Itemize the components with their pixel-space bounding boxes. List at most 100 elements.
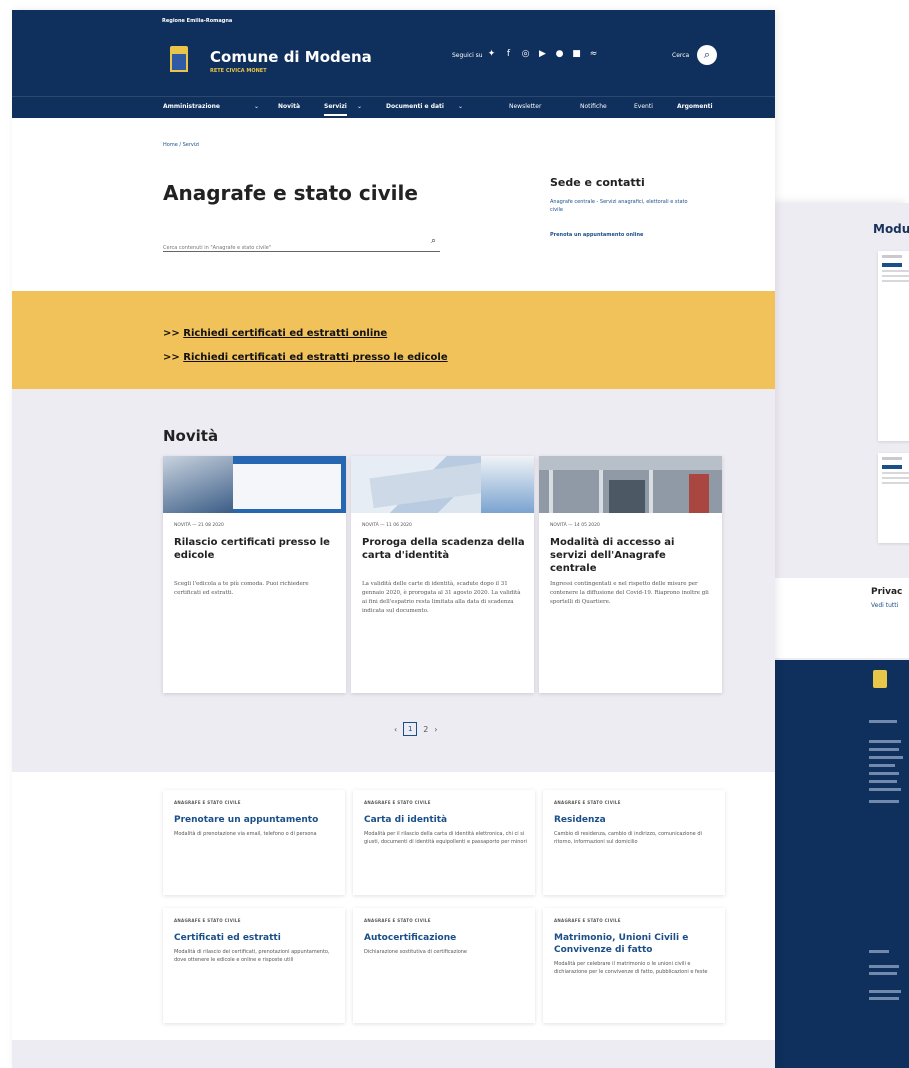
page-link[interactable]: 2 — [423, 725, 428, 734]
main-page: Regione Emilia-Romagna Comune di Modena … — [12, 10, 775, 1068]
search-icon[interactable]: ⌕ — [431, 236, 436, 246]
contacts-title: Sede e contatti — [550, 176, 645, 189]
news-card-title[interactable]: Modalità di accesso ai servizi dell'Anag… — [550, 536, 714, 575]
service-category: ANAGRAFE E STATO CIVILE — [174, 918, 241, 923]
twitter-icon[interactable]: ✦ — [487, 49, 496, 59]
service-text: Modalità per il rilascio della carta di … — [364, 831, 527, 845]
service-text: Cambio di residenza, cambio di indirizzo… — [554, 831, 702, 845]
telegram-icon[interactable]: ● — [555, 49, 564, 59]
back-section-title: Modu — [873, 222, 909, 236]
service-category: ANAGRAFE E STATO CIVILE — [364, 918, 431, 923]
service-category: ANAGRAFE E STATO CIVILE — [554, 918, 621, 923]
news-section: Novità NOVITÀ — 21 08 2020 Rilascio cert… — [12, 389, 775, 772]
banner-link-label[interactable]: Richiedi certificati ed estratti online — [183, 328, 387, 339]
section-search-input[interactable] — [163, 240, 403, 256]
service-text: Modalità di prenotazione via email, tele… — [174, 831, 317, 837]
news-card-title[interactable]: Rilascio certificati presso le edicole — [174, 536, 338, 562]
instagram-icon[interactable]: ◎ — [521, 49, 530, 59]
breadcrumb[interactable]: Home / Servizi — [163, 142, 199, 148]
nav-item-argomenti[interactable]: Argomenti — [677, 103, 713, 110]
back-card — [878, 251, 909, 441]
service-title[interactable]: Matrimonio, Unioni Civili e Convivenze d… — [554, 932, 719, 956]
section-search: ⌕ — [163, 234, 440, 256]
back-privacy-title: Privac — [871, 587, 903, 597]
search-button[interactable]: ⌕ — [697, 45, 717, 65]
news-card[interactable]: NOVITÀ — 11 06 2020 Proroga della scaden… — [351, 456, 534, 693]
news-card-title[interactable]: Proroga della scadenza della carta d'ide… — [362, 536, 526, 562]
site-header: Comune di Modena RETE CIVICA MONET Segui… — [12, 36, 775, 96]
service-title[interactable]: Prenotare un appuntamento — [174, 814, 339, 826]
news-card-text: Scegli l'edicola a te più comoda. Puoi r… — [174, 581, 309, 596]
service-card[interactable]: ANAGRAFE E STATO CIVILE Matrimonio, Unio… — [543, 908, 725, 1023]
service-text: Dichiarazione sostitutiva di certificazi… — [364, 949, 468, 955]
service-title[interactable]: Autocertificazione — [364, 932, 529, 944]
nav-item-documenti[interactable]: Documenti e dati — [386, 103, 444, 110]
chevron-down-icon: ⌄ — [254, 103, 260, 110]
banner-link-edicole[interactable]: >> Richiedi certificati ed estratti pres… — [163, 352, 448, 363]
search-label: Cerca — [672, 52, 690, 59]
service-text: Modalità di rilascio dei certificati, pr… — [174, 949, 330, 963]
news-meta: NOVITÀ — 14 05 2020 — [550, 523, 600, 528]
chevron-down-icon: ⌄ — [357, 103, 363, 110]
service-card[interactable]: ANAGRAFE E STATO CIVILE Residenza Cambio… — [543, 790, 725, 895]
banner-link-label[interactable]: Richiedi certificati ed estratti presso … — [183, 352, 447, 363]
municipality-crest-icon — [170, 46, 188, 72]
nav-item-newsletter[interactable]: Newsletter — [509, 103, 541, 110]
book-appointment-link[interactable]: Prenota un appuntamento online — [550, 232, 643, 238]
news-card-text: La validità delle carte di identità, sca… — [362, 581, 521, 614]
news-card[interactable]: NOVITÀ — 21 08 2020 Rilascio certificati… — [163, 456, 346, 693]
page-current[interactable]: 1 — [403, 722, 418, 736]
banner-prefix: >> — [163, 352, 184, 363]
region-bar: Regione Emilia-Romagna — [12, 10, 775, 36]
search-icon: ⌕ — [703, 48, 711, 61]
back-card — [878, 453, 909, 543]
service-card[interactable]: ANAGRAFE E STATO CIVILE Carta di identit… — [353, 790, 535, 895]
follow-label: Seguici su — [452, 52, 483, 59]
facebook-icon[interactable]: f — [504, 49, 513, 59]
service-category: ANAGRAFE E STATO CIVILE — [174, 800, 241, 805]
region-link[interactable]: Regione Emilia-Romagna — [162, 18, 232, 24]
back-privacy-link[interactable]: Vedi tutti — [871, 602, 898, 609]
service-title[interactable]: Carta di identità — [364, 814, 529, 826]
back-footer-logo — [873, 670, 887, 688]
news-card[interactable]: NOVITÀ — 14 05 2020 Modalità di accesso … — [539, 456, 722, 693]
news-title: Novità — [163, 427, 219, 445]
rss-icon[interactable]: ≈ — [589, 49, 598, 59]
service-title[interactable]: Certificati ed estratti — [174, 932, 339, 944]
nav-item-novita[interactable]: Novità — [278, 103, 300, 110]
service-category: ANAGRAFE E STATO CIVILE — [364, 800, 431, 805]
nav-item-eventi[interactable]: Eventi — [634, 103, 653, 110]
flickr-icon[interactable]: ■ — [572, 49, 581, 59]
nav-item-amministrazione[interactable]: Amministrazione — [163, 103, 220, 110]
service-title[interactable]: Residenza — [554, 814, 719, 826]
news-image — [539, 456, 722, 513]
back-privacy-block: Privac Vedi tutti — [775, 578, 909, 658]
chevron-right-icon[interactable]: › — [434, 725, 437, 734]
site-subtitle: RETE CIVICA MONET — [210, 68, 267, 74]
news-image — [351, 456, 534, 513]
certificates-banner: >> Richiedi certificati ed estratti onli… — [12, 291, 775, 389]
social-links: ✦ f ◎ ▶ ● ■ ≈ — [487, 49, 598, 59]
news-image — [163, 456, 346, 513]
service-text: Modalità per celebrare il matrimonio o l… — [554, 961, 708, 975]
chevron-down-icon: ⌄ — [458, 103, 464, 110]
contacts-text[interactable]: Anagrafe centrale - Servizi anagrafici, … — [550, 198, 690, 214]
site-title[interactable]: Comune di Modena — [210, 48, 372, 66]
main-navigation: Amministrazione ⌄ Novità Servizi ⌄ Docum… — [12, 96, 775, 118]
banner-prefix: >> — [163, 328, 184, 339]
news-meta: NOVITÀ — 11 06 2020 — [362, 523, 412, 528]
news-pagination: ‹ 1 2 › — [394, 722, 438, 736]
back-footer — [775, 660, 909, 1068]
chevron-left-icon[interactable]: ‹ — [394, 725, 397, 734]
nav-item-servizi[interactable]: Servizi — [324, 103, 347, 116]
service-card[interactable]: ANAGRAFE E STATO CIVILE Autocertificazio… — [353, 908, 535, 1023]
nav-item-notifiche[interactable]: Notifiche — [580, 103, 607, 110]
service-card[interactable]: ANAGRAFE E STATO CIVILE Prenotare un app… — [163, 790, 345, 895]
youtube-icon[interactable]: ▶ — [538, 49, 547, 59]
service-card[interactable]: ANAGRAFE E STATO CIVILE Certificati ed e… — [163, 908, 345, 1023]
bottom-strip — [12, 1040, 775, 1068]
page-title: Anagrafe e stato civile — [163, 181, 418, 205]
service-category: ANAGRAFE E STATO CIVILE — [554, 800, 621, 805]
banner-link-online[interactable]: >> Richiedi certificati ed estratti onli… — [163, 328, 387, 339]
news-card-text: Ingressi contingentati e nel rispetto de… — [550, 581, 709, 605]
